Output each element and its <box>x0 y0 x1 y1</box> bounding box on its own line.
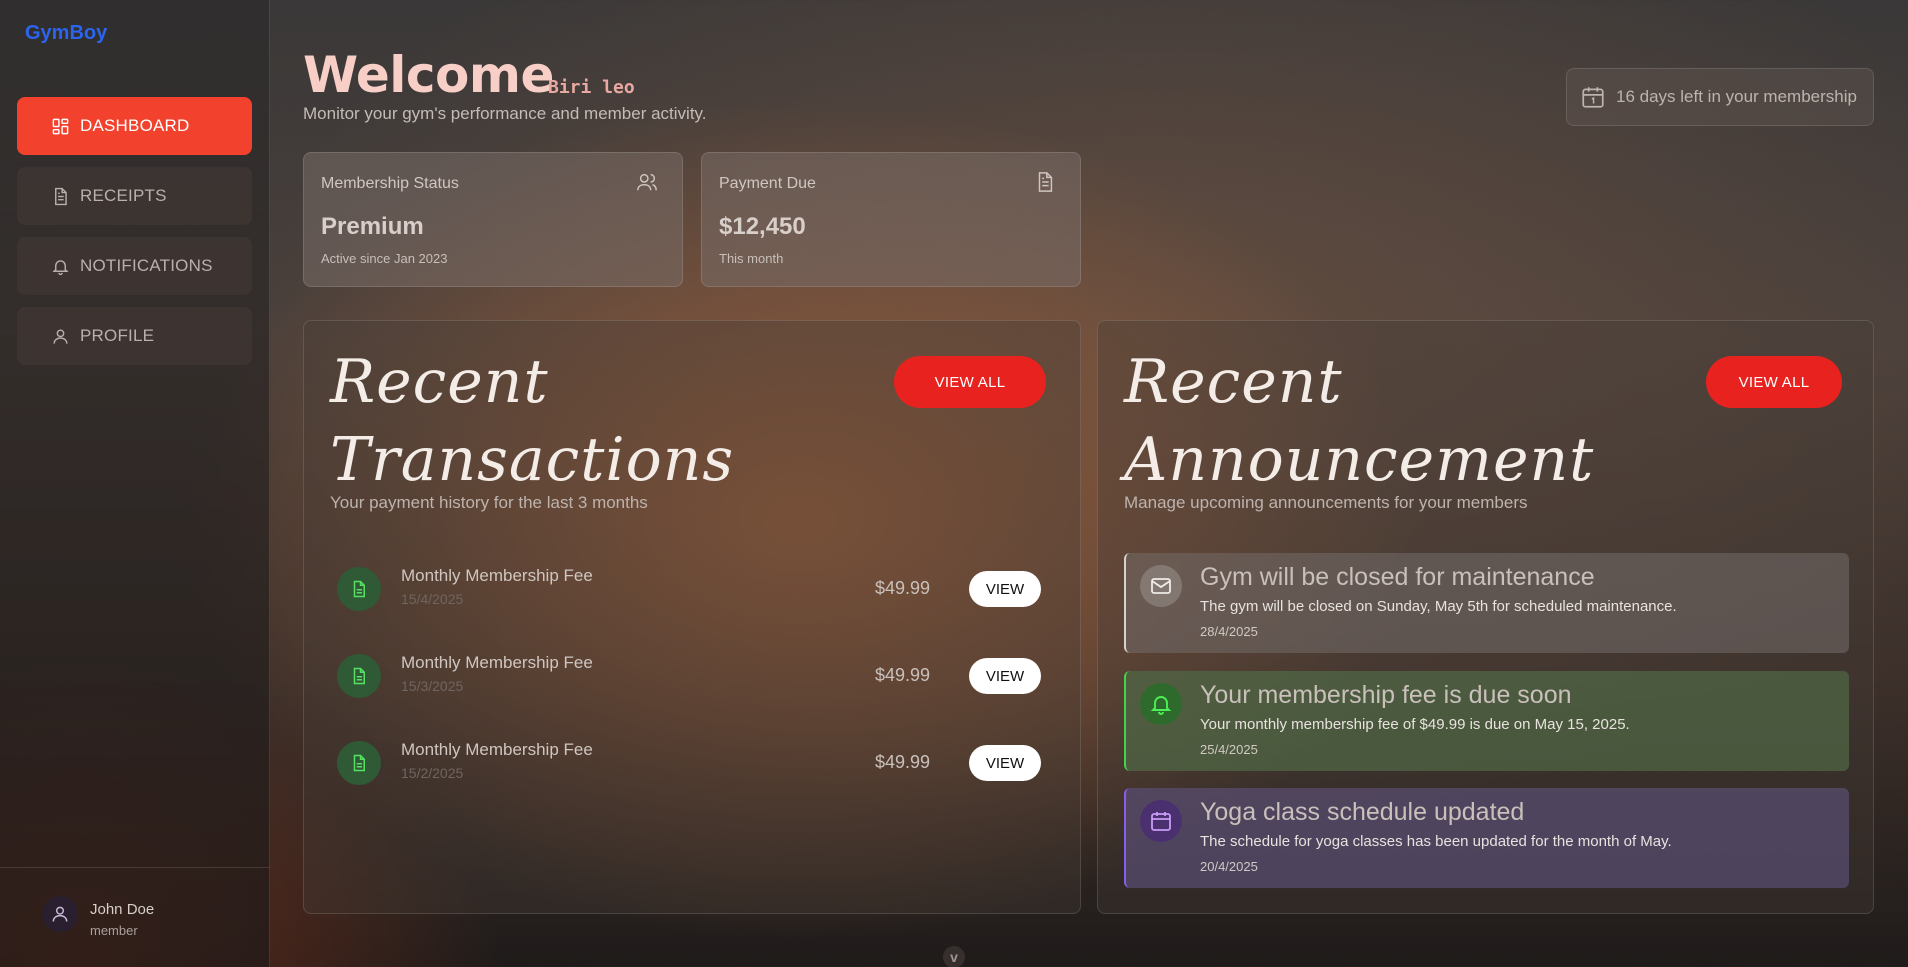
avatar[interactable] <box>42 896 78 932</box>
transaction-row: Monthly Membership Fee 15/4/2025 $49.99 … <box>337 559 1041 619</box>
announcement-title: Your membership fee is due soon <box>1200 681 1572 709</box>
announcement-description: Your monthly membership fee of $49.99 is… <box>1200 716 1630 733</box>
document-icon <box>1038 172 1053 192</box>
announcement-item[interactable]: Your membership fee is due soon Your mon… <box>1124 671 1849 771</box>
user-role: member <box>90 923 138 938</box>
page-subtitle: Monitor your gym's performance and membe… <box>303 104 707 123</box>
stat-label: Payment Due <box>719 175 816 192</box>
membership-status-card: Membership Status Premium Active since J… <box>303 152 683 287</box>
stat-note: This month <box>719 251 784 266</box>
sidebar-item-dashboard[interactable]: DASHBOARD <box>17 97 252 155</box>
announcement-item[interactable]: Yoga class schedule updated The schedule… <box>1124 788 1849 888</box>
user-name: John Doe <box>90 901 155 918</box>
bell-icon <box>52 259 69 275</box>
sidebar-item-notifications[interactable]: NOTIFICATIONS <box>17 237 252 295</box>
panel-title-line: Recent <box>1124 347 1343 417</box>
membership-days-text: 16 days left in your membership <box>1616 87 1857 106</box>
user-icon <box>52 906 68 922</box>
view-all-transactions-button[interactable]: VIEW ALL <box>894 356 1046 408</box>
receipt-icon <box>55 187 67 205</box>
chevron-down-icon[interactable]: v <box>943 946 965 967</box>
view-transaction-button[interactable]: VIEW <box>969 745 1041 781</box>
recent-announcements-panel: Recent Announcement VIEW ALL Manage upco… <box>1097 320 1874 914</box>
panel-subtitle: Your payment history for the last 3 mont… <box>330 493 648 512</box>
receipt-icon <box>337 741 381 785</box>
sidebar-item-profile[interactable]: PROFILE <box>17 307 252 365</box>
panel-title: Recent Transactions <box>330 343 734 499</box>
receipt-icon <box>337 654 381 698</box>
view-all-announcements-button[interactable]: VIEW ALL <box>1706 356 1842 408</box>
transaction-title: Monthly Membership Fee <box>401 653 593 672</box>
sidebar-item-label: DASHBOARD <box>80 116 190 135</box>
announcement-title: Yoga class schedule updated <box>1200 798 1525 826</box>
panel-title-line: Transactions <box>330 425 735 495</box>
announcement-description: The gym will be closed on Sunday, May 5t… <box>1200 598 1677 615</box>
announcement-date: 20/4/2025 <box>1200 859 1258 874</box>
users-icon <box>637 173 657 191</box>
view-transaction-button[interactable]: VIEW <box>969 571 1041 607</box>
view-transaction-button[interactable]: VIEW <box>969 658 1041 694</box>
stat-note: Active since Jan 2023 <box>321 251 448 266</box>
stat-label: Membership Status <box>321 175 459 192</box>
user-icon <box>53 328 68 344</box>
bell-icon <box>1140 683 1182 725</box>
membership-days-left: 16 days left in your membership <box>1566 68 1874 126</box>
recent-transactions-panel: Recent Transactions VIEW ALL Your paymen… <box>303 320 1081 914</box>
transaction-amount: $49.99 <box>875 578 931 598</box>
stat-value: Premium <box>321 213 424 240</box>
calendar-icon <box>1582 87 1604 108</box>
sidebar-item-receipts[interactable]: RECEIPTS <box>17 167 252 225</box>
page-title: Welcome <box>303 46 554 104</box>
receipt-icon <box>337 567 381 611</box>
transaction-amount: $49.99 <box>875 665 931 685</box>
mail-icon <box>1140 565 1182 607</box>
welcome-username: Biri leo <box>548 77 635 98</box>
dashboard-icon <box>52 118 69 134</box>
sidebar-item-label: PROFILE <box>80 326 155 345</box>
panel-title-line: Recent <box>330 347 549 417</box>
announcement-description: The schedule for yoga classes has been u… <box>1200 833 1672 850</box>
user-profile-box[interactable]: John Doe member <box>0 867 270 967</box>
announcement-item[interactable]: Gym will be closed for maintenance The g… <box>1124 553 1849 653</box>
sidebar: GymBoy DASHBOARD RECEIPTS NOTIFICATIONS … <box>0 0 270 967</box>
sidebar-item-label: RECEIPTS <box>80 186 167 205</box>
transaction-amount: $49.99 <box>875 752 931 772</box>
stat-value: $12,450 <box>719 213 806 240</box>
transaction-date: 15/4/2025 <box>401 591 464 607</box>
announcement-title: Gym will be closed for maintenance <box>1200 563 1595 591</box>
transaction-date: 15/2/2025 <box>401 765 464 781</box>
panel-title: Recent Announcement <box>1124 343 1594 499</box>
panel-subtitle: Manage upcoming announcements for your m… <box>1124 493 1528 512</box>
transaction-row: Monthly Membership Fee 15/3/2025 $49.99 … <box>337 646 1041 706</box>
transaction-title: Monthly Membership Fee <box>401 740 593 759</box>
sidebar-item-label: NOTIFICATIONS <box>80 256 213 275</box>
announcement-date: 25/4/2025 <box>1200 742 1258 757</box>
calendar-icon <box>1140 800 1182 842</box>
transaction-date: 15/3/2025 <box>401 678 464 694</box>
announcement-date: 28/4/2025 <box>1200 624 1258 639</box>
transaction-title: Monthly Membership Fee <box>401 566 593 585</box>
transaction-row: Monthly Membership Fee 15/2/2025 $49.99 … <box>337 733 1041 793</box>
payment-due-card: Payment Due $12,450 This month <box>701 152 1081 287</box>
app-logo[interactable]: GymBoy <box>25 22 107 45</box>
panel-title-line: Announcement <box>1124 425 1595 495</box>
